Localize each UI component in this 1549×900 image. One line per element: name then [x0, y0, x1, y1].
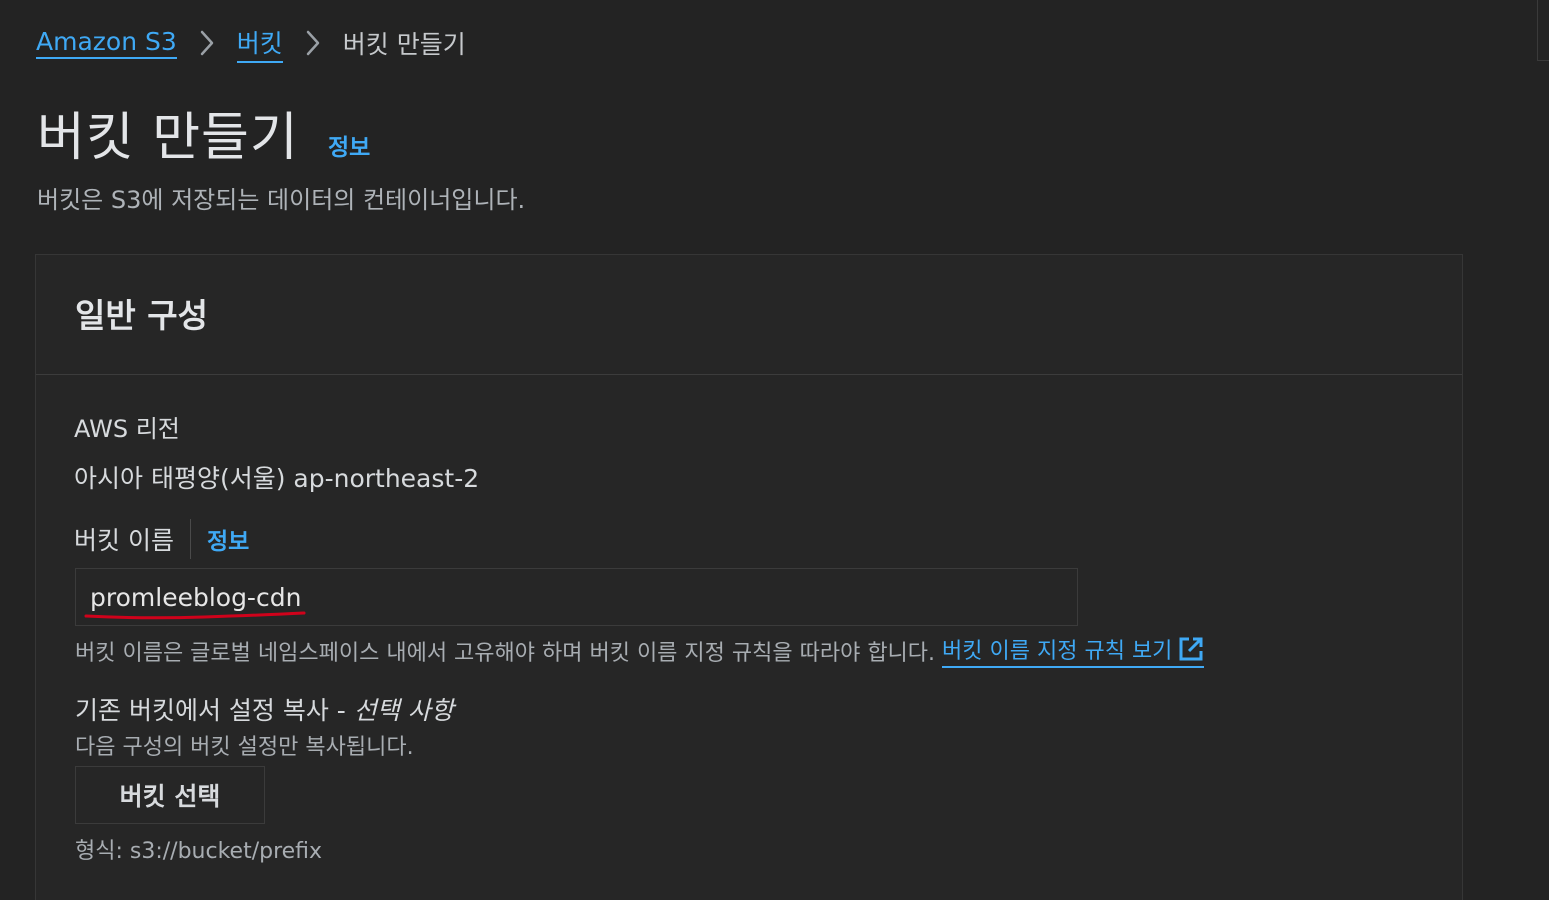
optional-tag: 선택 사항: [353, 696, 454, 725]
copy-settings-label: 기존 버킷에서 설정 복사 - 선택 사항: [75, 691, 454, 727]
naming-rules-link-label: 버킷 이름 지정 규칙 보기: [942, 639, 1173, 664]
naming-rules-link[interactable]: 버킷 이름 지정 규칙 보기: [942, 633, 1205, 668]
bucket-name-help-text: 버킷 이름은 글로벌 네임스페이스 내에서 고유해야 하며 버킷 이름 지정 규…: [75, 640, 936, 666]
window-divider: [1537, 0, 1538, 60]
breadcrumb-amazon-s3[interactable]: Amazon S3: [36, 27, 177, 59]
bucket-name-help: 버킷 이름은 글로벌 네임스페이스 내에서 고유해야 하며 버킷 이름 지정 규…: [75, 633, 1205, 668]
bucket-name-label: 버킷 이름: [74, 526, 174, 555]
chevron-right-icon: [283, 26, 343, 60]
panel-header: 일반 구성: [36, 255, 1462, 375]
breadcrumb-buckets[interactable]: 버킷: [236, 24, 283, 63]
create-bucket-page: Amazon S3 버킷 버킷 만들기 버킷 만들기 정보 버킷은 S3에 저장…: [0, 0, 1549, 900]
choose-bucket-button[interactable]: 버킷 선택: [75, 766, 265, 824]
bucket-name-info-link[interactable]: 정보: [207, 522, 249, 556]
region-value: 아시아 태평양(서울) ap-northeast-2: [74, 464, 480, 493]
external-link-icon: [1178, 636, 1204, 662]
label-divider: [189, 519, 191, 559]
copy-settings-description: 다음 구성의 버킷 설정만 복사됩니다.: [75, 735, 414, 760]
format-hint: 형식: s3://bucket/prefix: [75, 839, 323, 864]
copy-settings-label-text: 기존 버킷에서 설정 복사 -: [75, 696, 354, 725]
title-info-link[interactable]: 정보: [328, 128, 370, 162]
window-divider-corner: [1537, 60, 1549, 61]
page-title: 버킷 만들기: [37, 108, 299, 168]
bucket-name-label-row: 버킷 이름 정보: [74, 519, 249, 559]
breadcrumb-current: 버킷 만들기: [342, 30, 466, 59]
region-label: AWS 리전: [74, 415, 180, 443]
panel-title: 일반 구성: [75, 296, 208, 335]
general-config-panel: 일반 구성 AWS 리전 아시아 태평양(서울) ap-northeast-2 …: [35, 254, 1463, 900]
bucket-name-input[interactable]: [75, 568, 1078, 626]
chevron-right-icon: [177, 26, 237, 60]
page-description: 버킷은 S3에 저장되는 데이터의 컨테이너입니다.: [37, 186, 526, 214]
breadcrumb: Amazon S3 버킷 버킷 만들기: [36, 24, 466, 63]
